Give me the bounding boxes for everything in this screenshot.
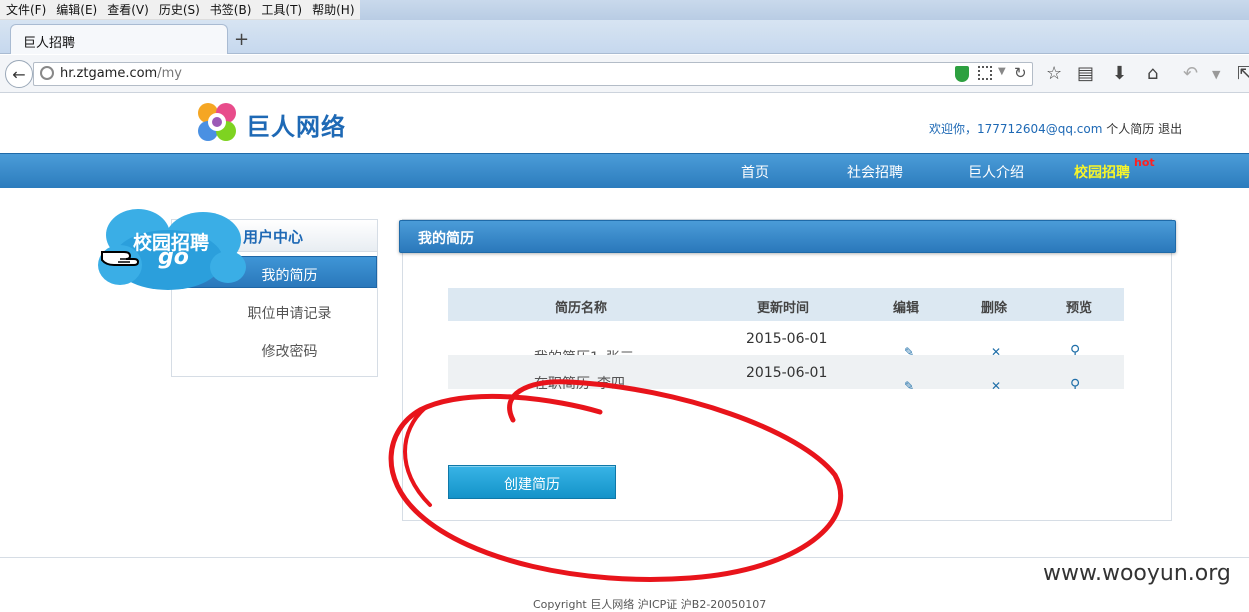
url-host: hr.ztgame.com (60, 66, 158, 81)
reading-list-icon[interactable]: ▤ (1077, 63, 1094, 84)
logo-text[interactable]: 巨人网络 (246, 107, 346, 142)
delete-icon[interactable]: ✕ (991, 345, 1001, 355)
shield-icon[interactable] (955, 66, 969, 82)
hot-badge: hot (1134, 156, 1155, 169)
menu-view[interactable]: 查看(V) (107, 1, 149, 18)
column-edit: 编辑 (893, 301, 920, 316)
watermark: www.wooyun.org (1043, 561, 1231, 586)
footer-divider (0, 557, 1249, 558)
nav-campus-recruit[interactable]: 校园招聘 (1074, 162, 1130, 182)
column-preview: 预览 (1066, 301, 1093, 316)
nav-social-recruit[interactable]: 社会招聘 (847, 162, 903, 182)
qr-code-icon[interactable] (978, 66, 992, 80)
column-resume-name: 简历名称 (555, 301, 608, 316)
nav-about[interactable]: 巨人介绍 (968, 162, 1024, 182)
campus-badge-line2: go (158, 245, 189, 270)
new-tab-button[interactable]: + (234, 29, 249, 50)
toolbar-dropdown-icon[interactable]: ▼ (1212, 68, 1220, 81)
resume-link[interactable]: 个人简历 (1106, 122, 1154, 136)
bookmark-star-icon[interactable]: ☆ (1046, 63, 1062, 84)
site-nav-bar (0, 153, 1249, 188)
delete-icon[interactable]: ✕ (991, 379, 1001, 389)
back-arrow-icon: ← (12, 64, 26, 84)
resume-date: 2015-06-01 (746, 331, 828, 347)
back-button[interactable]: ← (5, 60, 33, 88)
home-icon[interactable]: ⌂ (1147, 63, 1158, 84)
footer-copyright: Copyright 巨人网络 沪ICP证 沪B2-20050107 (533, 598, 767, 611)
menu-tools[interactable]: 工具(T) (261, 1, 302, 18)
menu-edit[interactable]: 编辑(E) (56, 1, 97, 18)
undo-icon[interactable]: ↶ (1183, 63, 1198, 84)
reload-icon[interactable]: ↻ (1014, 64, 1027, 82)
welcome-prefix: 欢迎你， (929, 122, 978, 136)
giant-logo-icon[interactable] (196, 101, 238, 143)
preview-magnifier-icon[interactable]: ⚲ (1070, 377, 1080, 389)
url-bar[interactable]: hr.ztgame.com/my (33, 62, 1033, 86)
column-delete: 删除 (981, 301, 1008, 316)
user-center-title: 用户中心 (243, 228, 304, 246)
pointing-hand-icon (101, 251, 140, 266)
resume-name[interactable]: 我的简历1_张三 (534, 347, 634, 355)
edit-pencil-icon[interactable]: ✎ (904, 379, 914, 389)
download-icon[interactable]: ⬇ (1112, 63, 1127, 84)
sidebar-item-change-password[interactable]: 修改密码 (172, 341, 377, 361)
preview-magnifier-icon[interactable]: ⚲ (1070, 343, 1080, 355)
my-resume-header (399, 220, 1176, 253)
url-path: /my (157, 66, 182, 81)
overflow-icon[interactable]: ⇱ (1237, 63, 1249, 84)
logout-link[interactable]: 退出 (1158, 122, 1182, 136)
table-row: 在职简历_李四 2015-06-01 ✎ ✕ ⚲ (448, 355, 1124, 389)
edit-pencil-icon[interactable]: ✎ (904, 345, 914, 355)
user-welcome: 欢迎你，177712604@qq.com 个人简历 退出 (929, 120, 1182, 137)
dropdown-arrow-icon[interactable]: ▼ (998, 66, 1006, 77)
column-updated: 更新时间 (757, 301, 810, 316)
browser-tab[interactable]: 巨人招聘 (10, 24, 228, 54)
my-resume-title: 我的简历 (418, 231, 474, 247)
menu-history[interactable]: 历史(S) (159, 1, 200, 18)
table-row: 我的简历1_张三 2015-06-01 ✎ ✕ ⚲ (448, 321, 1124, 355)
menu-help[interactable]: 帮助(H) (312, 1, 354, 18)
browser-menubar: 文件(F) 编辑(E) 查看(V) 历史(S) 书签(B) 工具(T) 帮助(H… (0, 0, 360, 20)
menu-bookmarks[interactable]: 书签(B) (210, 1, 252, 18)
resume-name[interactable]: 在职简历_李四 (534, 373, 625, 389)
window-title-strip (360, 0, 1249, 22)
resume-date: 2015-06-01 (746, 365, 828, 381)
globe-icon (40, 66, 54, 80)
sidebar-item-applications[interactable]: 职位申请记录 (172, 303, 377, 323)
nav-home[interactable]: 首页 (741, 162, 769, 182)
user-email: 177712604@qq.com (977, 122, 1103, 136)
create-resume-button[interactable]: 创建简历 (448, 465, 616, 499)
menu-file[interactable]: 文件(F) (6, 1, 46, 18)
tab-title: 巨人招聘 (23, 36, 76, 51)
